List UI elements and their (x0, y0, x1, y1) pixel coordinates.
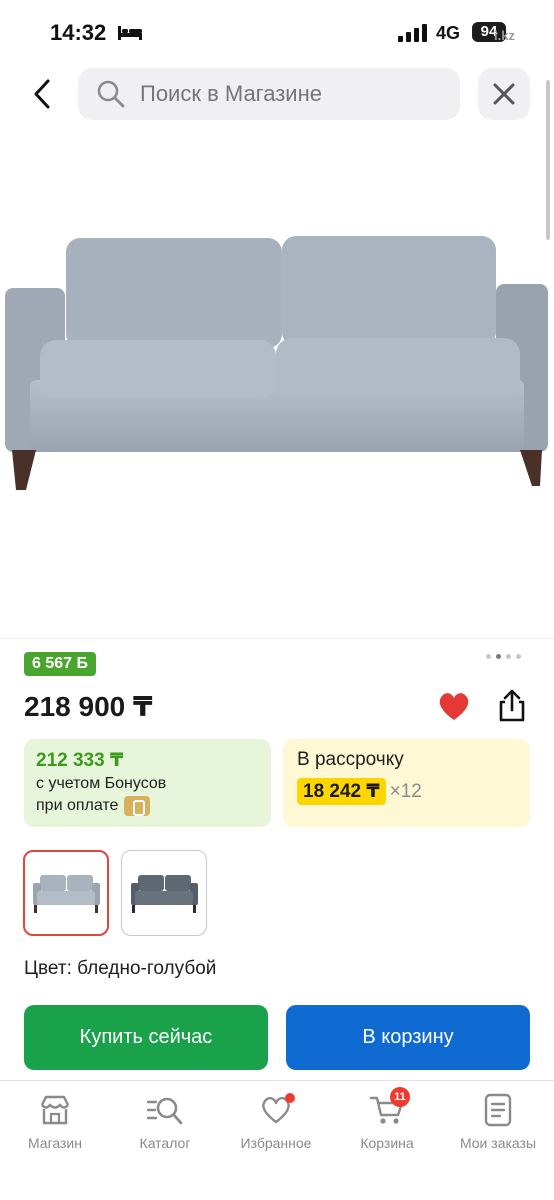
buy-now-button[interactable]: Купить сейчас (24, 1005, 268, 1070)
variant-dark-gray[interactable] (121, 850, 207, 936)
bonus-line-1-text: с учетом Бонусов (36, 775, 167, 792)
installment-months: ×12 (389, 780, 422, 802)
bonus-price-card[interactable]: 212 333 ₸ с учетом Бонусов при оплате (24, 739, 271, 827)
nav-item-cart[interactable]: 11 Корзина (332, 1087, 442, 1151)
search-icon (97, 80, 125, 108)
product-image[interactable] (0, 140, 554, 640)
variant-light-blue[interactable] (23, 850, 109, 936)
share-icon[interactable] (494, 688, 530, 724)
installment-row: 18 242 ₸ ×12 (297, 778, 516, 805)
bonus-line-2: при оплате (36, 796, 259, 816)
store-icon (40, 1095, 70, 1125)
nav-item-favorites[interactable]: Избранное (221, 1091, 331, 1151)
nav-label: Каталог (139, 1135, 191, 1151)
search-input[interactable] (140, 81, 440, 107)
signal-icon (398, 24, 427, 42)
gallery-pager (486, 654, 521, 659)
nav-label: Магазин (27, 1135, 82, 1151)
nav-label: Корзина (360, 1135, 414, 1151)
nav-item-store[interactable]: Магазин (0, 1091, 110, 1151)
sofa-thumbnail-icon (131, 875, 198, 913)
status-time: 14:32 (50, 20, 107, 45)
installment-card[interactable]: В рассрочку 18 242 ₸ ×12 (283, 739, 530, 827)
pager-dot (516, 654, 521, 659)
watermark: i.kz (494, 28, 515, 43)
catalog-search-icon (146, 1097, 183, 1125)
nav-label: Избранное (240, 1135, 312, 1151)
status-bar: 14:32 4G 94 i.kz (0, 0, 554, 62)
nav-item-orders[interactable]: Мои заказы (443, 1091, 553, 1151)
orders-icon (484, 1093, 512, 1127)
pager-dot (486, 654, 491, 659)
color-label: Цвет: бледно-голубой (24, 958, 217, 979)
image-divider (0, 638, 554, 639)
nav-label: Мои заказы (459, 1135, 537, 1151)
bonus-line-2-text: при оплате (36, 797, 119, 814)
bed-icon (118, 26, 142, 40)
installment-title: В рассрочку (297, 749, 404, 770)
bonus-badge: 6 567 Б (24, 652, 96, 676)
kaspi-pay-icon (124, 796, 151, 816)
bonus-price-amount: 212 333 ₸ (36, 750, 124, 771)
cart-count-badge: 11 (390, 1087, 410, 1107)
back-button[interactable] (22, 72, 62, 116)
favorites-dot-badge (285, 1093, 295, 1103)
close-icon (493, 83, 515, 105)
search-box[interactable] (78, 68, 460, 120)
installment-monthly-amount: 18 242 ₸ (297, 778, 386, 805)
pager-dot (496, 654, 501, 659)
network-label: 4G (436, 23, 461, 43)
sofa-thumbnail-icon (33, 875, 100, 913)
favorite-heart-icon[interactable] (436, 688, 472, 724)
add-to-cart-button[interactable]: В корзину (286, 1005, 530, 1070)
bottom-nav: Магазин Каталог Избранное 11 Корзина Мои… (0, 1080, 554, 1200)
chevron-left-icon (34, 79, 50, 109)
close-button[interactable] (478, 68, 530, 120)
nav-item-catalog[interactable]: Каталог (110, 1091, 220, 1151)
bonus-line-1: с учетом Бонусов (36, 775, 259, 793)
pager-dot (506, 654, 511, 659)
product-price: 218 900 ₸ (24, 691, 153, 722)
